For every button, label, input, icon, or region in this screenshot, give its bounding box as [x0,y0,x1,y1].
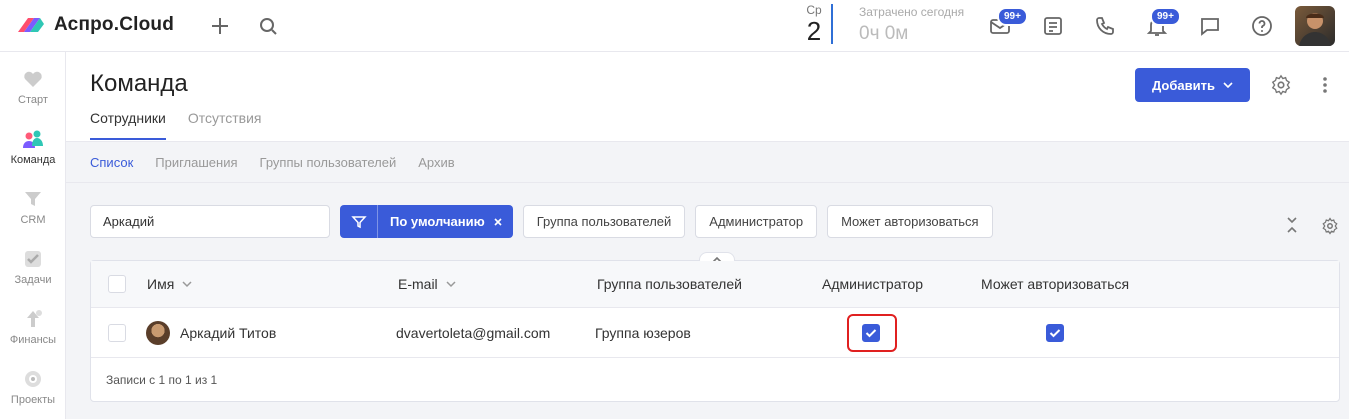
sidebar-item-label: Старт [18,94,48,106]
column-name[interactable]: Имя [147,261,192,307]
sidebar-item-finance[interactable]: Финансы [0,308,66,346]
logo-icon [16,14,46,36]
admin-checkbox-cell[interactable] [862,308,880,357]
subnav-invitations[interactable]: Приглашения [155,155,237,170]
tab-absences[interactable]: Отсутствия [188,110,262,140]
user-group: Группа юзеров [595,324,691,341]
checkbox[interactable] [108,275,126,293]
chat-icon[interactable] [1198,14,1222,38]
sidebar-item-label: CRM [20,214,46,226]
top-bar: Аспро.Cloud Ср 2 Затрачено сегодня 0ч 0м… [0,0,1349,52]
check-icon [22,248,44,270]
subnav-user-groups[interactable]: Группы пользователей [260,155,397,170]
table-footer: Записи с 1 по 1 из 1 [106,373,218,387]
brand-logo[interactable]: Аспро.Cloud [16,14,174,36]
plus-icon[interactable] [208,14,232,38]
tab-employees[interactable]: Сотрудники [90,110,166,140]
can-login-checkbox[interactable] [1046,323,1064,342]
phone-icon[interactable] [1093,14,1117,38]
subnav-archive[interactable]: Архив [418,155,454,170]
time-spent-label: Затрачено сегодня [859,5,965,19]
sidebar-item-projects[interactable]: Проекты [0,368,66,406]
sidebar-item-label: Проекты [10,394,56,406]
day-of-week: Ср [806,3,822,17]
avatar [146,320,170,345]
time-spent-widget[interactable]: Затрачено сегодня 0ч 0м [859,5,964,45]
settings-gear-icon[interactable] [1270,74,1292,96]
checkbox[interactable] [108,323,126,342]
user-name-cell[interactable]: Аркадий Титов [146,308,276,357]
time-spent-value: 0ч 0м [859,23,909,44]
user-name[interactable]: Аркадий Титов [180,325,276,341]
finance-icon [22,308,44,330]
column-admin[interactable]: Администратор [822,261,923,307]
day-number: 2 [806,16,822,46]
row-select-checkbox[interactable] [108,308,126,357]
close-icon[interactable] [493,217,503,227]
search-input[interactable]: Аркадий [90,205,330,238]
page-header: Команда Сотрудники Отсутствия Добавить [66,52,1349,142]
projects-icon [22,368,44,390]
add-button-label: Добавить [1152,77,1215,93]
filter-chip-admin[interactable]: Администратор [695,205,818,238]
sidebar-item-label: Задачи [14,274,52,286]
chevron-down-icon [182,281,192,288]
heart-icon [22,68,44,90]
chevron-down-icon [1223,82,1233,88]
filter-preset-label: По умолчанию [390,214,485,229]
sidebar-item-start[interactable]: Старт [0,68,66,106]
main-content: Команда Сотрудники Отсутствия Добавить С… [66,52,1349,419]
brand-name: Аспро.Cloud [54,14,175,35]
employees-table: Имя E-mail Группа пользователей Админист… [90,252,1340,402]
day-divider [831,4,833,44]
user-email: dvavertoleta@gmail.com [396,324,551,341]
filters-bar: Аркадий По умолчанию Группа пользователе… [90,205,993,238]
column-label: Имя [147,276,175,292]
check-icon [865,328,877,337]
filter-chip-can-login[interactable]: Может авторизоваться [827,205,993,238]
collapse-filters-icon[interactable] [1285,215,1299,235]
notifications-badge: 99+ [1150,7,1181,26]
column-can-login[interactable]: Может авторизоваться [981,261,1129,307]
day-widget[interactable]: Ср 2 [803,3,825,45]
more-vertical-icon[interactable] [1319,74,1331,96]
sidebar-item-team[interactable]: Команда [0,128,66,166]
user-avatar[interactable] [1295,6,1335,46]
table-header: Имя E-mail Группа пользователей Админист… [91,261,1339,308]
subnav-list[interactable]: Список [90,155,133,170]
notes-icon[interactable] [1041,14,1065,38]
sidebar: Старт Команда CRM Задачи Финансы Проекты [0,52,66,419]
sidebar-item-tasks[interactable]: Задачи [0,248,66,286]
column-email[interactable]: E-mail [398,261,456,307]
sidebar-item-label: Финансы [9,334,57,346]
sub-navigation: Список Приглашения Группы пользователей … [66,143,1349,183]
check-icon [1049,328,1061,337]
help-icon[interactable] [1250,14,1274,38]
search-icon[interactable] [256,14,280,38]
page-tabs: Сотрудники Отсутствия [90,110,262,140]
admin-checkbox[interactable] [862,323,880,342]
chevron-down-icon [446,281,456,288]
table-row[interactable]: Аркадий Титов dvavertoleta@gmail.com Гру… [91,308,1339,358]
filter-settings-icon[interactable] [1321,217,1339,235]
filter-icon[interactable] [340,205,378,238]
select-all-checkbox[interactable] [108,261,126,307]
page-title: Команда [90,70,188,97]
filter-preset-button[interactable]: По умолчанию [340,205,513,238]
add-button[interactable]: Добавить [1135,68,1250,102]
filter-preset[interactable]: По умолчанию [378,214,513,229]
column-label: E-mail [398,276,438,292]
can-login-checkbox-cell[interactable] [1046,308,1064,357]
mail-badge: 99+ [997,7,1028,26]
filter-chip-user-group[interactable]: Группа пользователей [522,205,686,238]
sidebar-item-crm[interactable]: CRM [0,188,66,226]
team-icon [22,128,44,150]
column-user-group[interactable]: Группа пользователей [597,261,742,307]
funnel-icon [22,188,44,210]
sidebar-item-label: Команда [10,154,56,166]
